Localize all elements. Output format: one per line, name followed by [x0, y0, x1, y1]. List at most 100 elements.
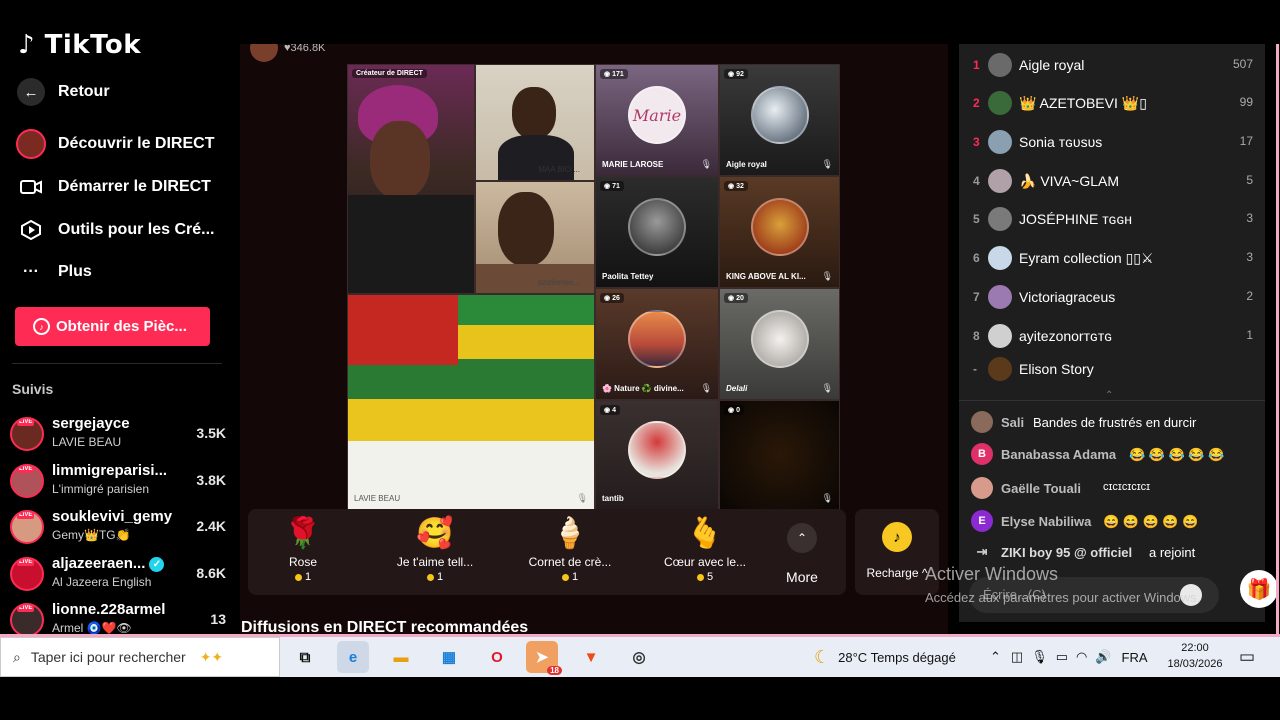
sparkle-icon: ✦✦	[199, 648, 224, 665]
ranking-row[interactable]: 8 ayitezonorᴛɢᴛɢ 1	[959, 318, 1265, 354]
following-item[interactable]: LIVE limmigreparisi... L'immigré parisie…	[8, 458, 230, 502]
windows-activation-watermark: Activer Windows Accédez aux paramètres p…	[925, 564, 1201, 605]
guest-tile[interactable]: ◉ 32 KING ABOVE AL KI... 🎙	[719, 176, 840, 288]
taskbar-clock[interactable]: 22:00 18/03/2026	[1158, 640, 1232, 672]
tiktok-note-icon: ♪	[18, 30, 36, 60]
ranking-row[interactable]: 6 Eyram collection ▯▯⚔ 3	[959, 240, 1265, 276]
avatar	[988, 169, 1012, 193]
telegram-icon[interactable]: ➤ 18	[526, 641, 562, 675]
live-video-grid[interactable]: Créateur de DIRECT MAA BIO ... azizlemex…	[347, 64, 840, 510]
guest-avatar	[750, 310, 809, 368]
guest-tile[interactable]: ◉ 4 tantib	[595, 400, 719, 510]
following-item[interactable]: LIVE aljazeeraen... ✓ Al Jazeera English …	[8, 551, 230, 595]
guest-video-tile[interactable]: azizlemex...	[475, 181, 595, 294]
notifications-icon[interactable]: ▭	[1239, 637, 1255, 677]
store-icon[interactable]: ▦	[433, 641, 465, 673]
gift-je-taime[interactable]: 🥰 Je t'aime tell... 1	[380, 517, 490, 591]
avatar	[988, 285, 1012, 309]
flag-red-canton	[348, 295, 458, 365]
edge-icon[interactable]: e	[337, 641, 369, 673]
coin-icon: ♪	[33, 318, 50, 335]
mic-muted-icon: 🎙	[576, 493, 588, 503]
face-shape	[370, 121, 430, 199]
ranking-row[interactable]: 3 Sonia ᴛɢᴜsᴜs 17	[959, 124, 1265, 160]
guest-tile[interactable]: ◉ 0 🎙	[719, 400, 840, 510]
ranking-row[interactable]: 7 Victoriagraceus 2	[959, 279, 1265, 315]
guest-tile[interactable]: ◉ 20 Delali 🎙	[719, 288, 840, 400]
more-gifts-button[interactable]: ⌃ More	[782, 523, 822, 585]
ranking-row[interactable]: 5 JOSÉPHINE ᴛɢɢʜ 3	[959, 201, 1265, 237]
coin-icon	[426, 573, 434, 581]
guest-tile[interactable]: ◉ 171 Marie MARIE LAROSE 🎙	[595, 64, 719, 176]
brave-icon[interactable]: ▼	[575, 641, 607, 673]
avatar	[988, 53, 1012, 77]
flag-stripe-yellow	[348, 399, 594, 441]
opera-icon[interactable]: O	[481, 641, 513, 673]
nav-discover-live[interactable]: Découvrir le DIRECT	[14, 126, 228, 162]
file-explorer-icon[interactable]: ▬	[385, 641, 417, 673]
mic-icon[interactable]: 🎙	[1031, 649, 1048, 665]
tiktok-logo[interactable]: ♪ TikTok	[18, 30, 141, 60]
chat-message: Gaëlle Touali ᴄɪᴄɪᴄɪᴄɪᴄɪ	[971, 477, 1257, 503]
gift-finger-heart[interactable]: 🫰 Cœur avec le... 5	[650, 517, 760, 591]
obs-icon[interactable]: ◎	[623, 641, 655, 673]
following-header: Suivis	[12, 381, 54, 397]
viewer-badge: ◉ 0	[724, 405, 744, 415]
viewer-badge: ◉ 32	[724, 181, 748, 191]
guest-tile[interactable]: ◉ 26 🌸 Nature ♻️ divine... 🎙	[595, 288, 719, 400]
following-item[interactable]: LIVE souklevivi_gemy Gemy👑TG👏 2.4K	[8, 504, 230, 548]
panel-divider	[959, 400, 1265, 401]
wifi-icon[interactable]: ◠	[1076, 649, 1087, 665]
nav-start-live[interactable]: Démarrer le DIRECT	[14, 169, 228, 205]
get-coins-button[interactable]: ♪ Obtenir des Pièc...	[15, 307, 210, 346]
stream-header: ♥ 346.8K	[250, 44, 325, 62]
mic-muted-icon: 🎙	[700, 159, 712, 169]
guest-video-tile[interactable]: MAA BIO ...	[475, 64, 595, 181]
avatar: LIVE	[10, 417, 44, 451]
gift-ice-cream[interactable]: 🍦 Cornet de crè... 1	[515, 517, 625, 591]
guest-tile[interactable]: ◉ 71 Paolita Tettey	[595, 176, 719, 288]
join-arrow-icon: ⇥	[976, 544, 988, 559]
camera-icon[interactable]: ◫	[1011, 649, 1023, 665]
avatar	[988, 130, 1012, 154]
avatar	[988, 357, 1012, 381]
gift-box-icon[interactable]: 🎁	[1240, 570, 1278, 608]
taskbar-search[interactable]: ⌕ Taper ici pour rechercher ✦✦	[0, 637, 280, 677]
nav-more[interactable]: ··· Plus	[14, 254, 228, 290]
ranking-row-self[interactable]: - Elison Story	[959, 351, 1265, 387]
ranking-row[interactable]: 2 👑 AZETOBEVI 👑▯ 99	[959, 85, 1265, 121]
avatar: LIVE	[10, 510, 44, 544]
speaker-icon[interactable]: 🔊	[1095, 649, 1111, 665]
weather-widget[interactable]: ☾ 28°C Temps dégagé	[814, 637, 956, 677]
mic-muted-icon: 🎙	[821, 383, 833, 393]
chat-message: B Banabassa Adama 😂 😂 😂 😂 😂	[971, 443, 1257, 469]
viewer-badge: ◉ 4	[600, 405, 620, 415]
guest-avatar	[750, 198, 809, 256]
mic-muted-icon: 🎙	[821, 493, 833, 503]
ranking-row[interactable]: 4 🍌 VIVA~GLAM 5	[959, 163, 1265, 199]
following-item[interactable]: LIVE sergejayce LAVIE BEAU 3.5K	[8, 411, 230, 455]
viewer-badge: ◉ 26	[600, 293, 624, 303]
letterbox-bottom	[0, 677, 1280, 720]
guest-avatar	[628, 198, 686, 256]
gift-rose[interactable]: 🌹 Rose 1	[248, 517, 358, 591]
guest-avatar	[628, 310, 686, 368]
following-item[interactable]: LIVE lionne.228armel Armel 🧿❤️👁 13	[8, 597, 230, 636]
viewer-badge: ◉ 71	[600, 181, 624, 191]
battery-icon[interactable]: ▭	[1056, 649, 1068, 665]
host-video-tile[interactable]: Créateur de DIRECT	[347, 64, 475, 294]
ranking-row[interactable]: 1 Aigle royal 507	[959, 47, 1265, 83]
avatar	[988, 246, 1012, 270]
guest-tile[interactable]: ◉ 92 Aigle royal 🎙	[719, 64, 840, 176]
task-view-icon[interactable]: ⧉	[289, 641, 321, 673]
viewer-badge: ◉ 171	[600, 69, 628, 79]
flag-video-tile[interactable]: LAVIE BEAU 🎙	[347, 294, 595, 510]
system-tray: ⌃ ◫ 🎙 ▭ ◠ 🔊 FRA	[990, 649, 1148, 665]
flag-stripe-green	[348, 359, 594, 399]
nav-creator-tools[interactable]: Outils pour les Cré...	[14, 212, 228, 248]
nav-back[interactable]: ← Retour	[14, 74, 228, 110]
sidebar-divider	[12, 363, 222, 364]
host-avatar[interactable]	[250, 44, 278, 62]
chevron-up-icon[interactable]: ⌃	[990, 649, 1001, 665]
moon-icon: ☾	[814, 646, 831, 667]
